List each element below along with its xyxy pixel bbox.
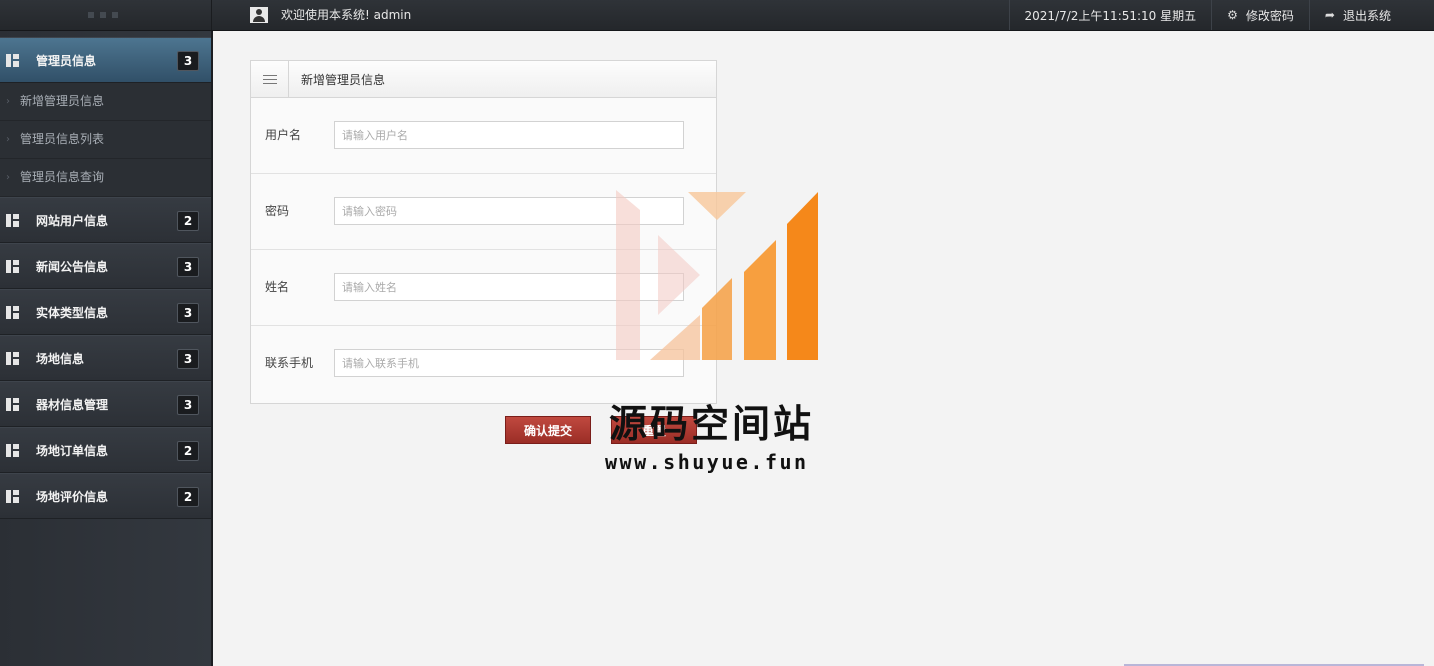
top-bar: 欢迎使用本系统! admin 2021/7/2上午11:51:10 星期五 ⚙ … <box>0 0 1434 31</box>
grid-icon <box>6 259 19 273</box>
grid-icon <box>6 443 19 457</box>
grid-icon <box>6 397 19 411</box>
count-badge: 2 <box>177 487 199 507</box>
sidebar-group-label: 场地订单信息 <box>36 443 109 458</box>
logout-label: 退出系统 <box>1342 8 1391 23</box>
logout-link[interactable]: ➦ 退出系统 <box>1308 0 1406 30</box>
grid-icon <box>6 305 19 319</box>
gear-icon: ⚙ <box>1227 8 1238 22</box>
grid-icon <box>6 489 19 503</box>
password-label: 密码 <box>265 204 290 218</box>
sidebar-item-admin-list[interactable]: 管理员信息列表 <box>0 121 211 159</box>
sidebar-group-label: 场地信息 <box>36 351 85 366</box>
watermark-name: 源码空间站 <box>609 402 815 446</box>
sidebar-group-admin[interactable]: 管理员信息 3 <box>0 37 211 83</box>
watermark-bar-3 <box>787 192 818 360</box>
phone-label: 联系手机 <box>265 356 314 370</box>
sidebar-group-label: 网站用户信息 <box>36 213 109 228</box>
sidebar-group-label: 场地评价信息 <box>36 489 109 504</box>
change-password-label: 修改密码 <box>1245 8 1294 23</box>
count-badge: 2 <box>177 441 199 461</box>
form-row-phone: 联系手机 <box>251 326 716 401</box>
sidebar-group-news[interactable]: 新闻公告信息 3 <box>0 243 211 289</box>
top-right-bar: 2021/7/2上午11:51:10 星期五 ⚙ 修改密码 ➦ 退出系统 <box>1008 0 1406 30</box>
sidebar-item-admin-query[interactable]: 管理员信息查询 <box>0 159 211 197</box>
user-icon <box>250 6 268 23</box>
count-badge: 3 <box>177 303 199 323</box>
sidebar-group-entity-types[interactable]: 实体类型信息 3 <box>0 289 211 335</box>
logo-dots <box>88 12 118 18</box>
count-badge: 3 <box>177 349 199 369</box>
count-badge: 3 <box>177 257 199 277</box>
panel-header: 新增管理员信息 <box>251 61 716 98</box>
name-input[interactable] <box>334 273 684 301</box>
grid-icon <box>6 213 19 227</box>
sidebar-group-label: 管理员信息 <box>36 53 97 68</box>
form-row-name: 姓名 <box>251 250 716 326</box>
count-badge: 3 <box>177 51 199 71</box>
sidebar-group-venue-reviews[interactable]: 场地评价信息 2 <box>0 473 211 519</box>
password-input[interactable] <box>334 197 684 225</box>
sidebar-group-label: 实体类型信息 <box>36 305 109 320</box>
share-arrow-icon: ➦ <box>1324 8 1335 22</box>
welcome-text: 欢迎使用本系统! admin <box>281 8 412 22</box>
form-row-password: 密码 <box>251 174 716 250</box>
sidebar-group-label: 器材信息管理 <box>36 397 109 412</box>
count-badge: 3 <box>177 395 199 415</box>
grid-icon <box>6 351 19 365</box>
sidebar-group-venues[interactable]: 场地信息 3 <box>0 335 211 381</box>
phone-input[interactable] <box>334 349 684 377</box>
change-password-link[interactable]: ⚙ 修改密码 <box>1211 0 1309 30</box>
grid-icon <box>6 53 19 67</box>
welcome-area: 欢迎使用本系统! admin <box>250 6 411 23</box>
form-panel: 新增管理员信息 用户名 密码 姓名 联系手机 <box>250 60 717 404</box>
username-input[interactable] <box>334 121 684 149</box>
sidebar: 管理员信息 3 新增管理员信息 管理员信息列表 管理员信息查询 网站用户信息 2… <box>0 31 213 666</box>
panel-title: 新增管理员信息 <box>301 72 386 87</box>
datetime-text: 2021/7/2上午11:51:10 星期五 <box>1024 8 1197 23</box>
form-row-username: 用户名 <box>251 98 716 174</box>
submit-button[interactable]: 确认提交 <box>505 416 591 444</box>
sidebar-group-venue-orders[interactable]: 场地订单信息 2 <box>0 427 211 473</box>
watermark-bar-2 <box>744 240 776 360</box>
hamburger-icon <box>251 61 289 97</box>
sidebar-group-label: 新闻公告信息 <box>36 259 109 274</box>
datetime: 2021/7/2上午11:51:10 星期五 <box>1008 0 1212 30</box>
count-badge: 2 <box>177 211 199 231</box>
username-label: 用户名 <box>265 128 302 142</box>
sidebar-group-equipment[interactable]: 器材信息管理 3 <box>0 381 211 427</box>
logo-area <box>0 0 212 30</box>
sidebar-item-add-admin[interactable]: 新增管理员信息 <box>0 83 211 121</box>
watermark-url: www.shuyue.fun <box>605 450 809 474</box>
sidebar-group-users[interactable]: 网站用户信息 2 <box>0 197 211 243</box>
name-label: 姓名 <box>265 280 290 294</box>
